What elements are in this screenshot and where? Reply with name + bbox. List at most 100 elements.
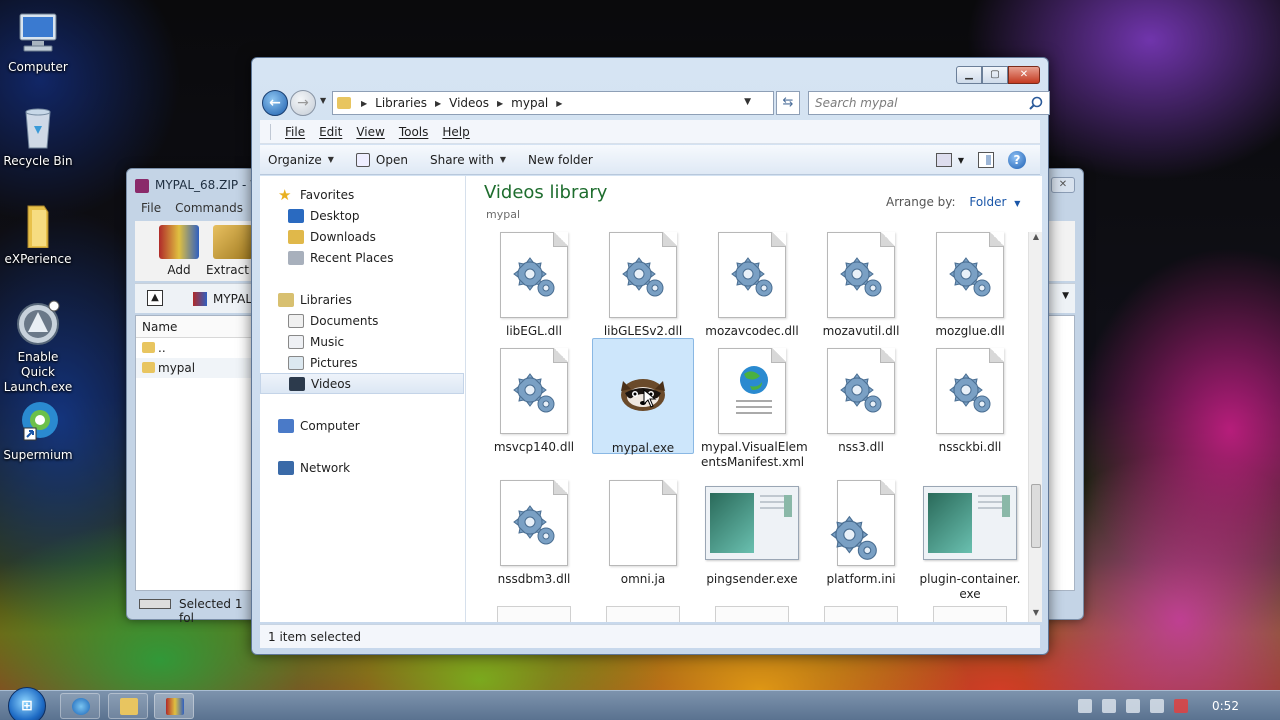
file-item[interactable]: nssdbm3.dll	[483, 480, 585, 587]
file-item[interactable]: platform.ini	[810, 480, 912, 587]
file-item[interactable]	[824, 606, 898, 622]
breadcrumb-mypal[interactable]: mypal	[511, 96, 548, 110]
nav-computer[interactable]: Computer	[278, 415, 482, 436]
winrar-icon	[166, 698, 184, 715]
winrar-path-dropdown[interactable]: ▼	[1047, 283, 1075, 313]
tray-icon[interactable]	[1078, 699, 1092, 713]
help-icon[interactable]: ?	[1008, 151, 1026, 169]
file-item[interactable]	[497, 606, 571, 622]
search-icon[interactable]	[1029, 96, 1043, 110]
start-button[interactable]: ⊞	[8, 687, 46, 720]
action-center-icon[interactable]	[1102, 699, 1116, 713]
forward-button[interactable]: →	[290, 90, 316, 116]
network-tray-icon[interactable]	[1150, 699, 1164, 713]
chevron-right-icon[interactable]: ▶	[435, 99, 441, 108]
organize-button[interactable]: Organize ▼	[268, 153, 334, 167]
dll-file-icon	[718, 232, 786, 318]
file-item[interactable]: mozglue.dll	[919, 232, 1021, 339]
search-input[interactable]	[809, 92, 1019, 114]
nav-videos[interactable]: Videos	[260, 373, 464, 394]
dll-file-icon	[936, 348, 1004, 434]
file-item[interactable]: mypal.VisualElem entsManifest.xml	[701, 348, 808, 470]
file-item[interactable]: mozavutil.dll	[810, 232, 912, 339]
file-item[interactable]: mypal.exe	[592, 338, 694, 455]
address-bar[interactable]: ▶ Libraries ▶ Videos ▶ mypal ▶ ▼	[332, 91, 774, 115]
tray-icon[interactable]	[1126, 699, 1140, 713]
nav-pictures[interactable]: Pictures	[288, 352, 492, 373]
supermium-icon	[14, 398, 62, 444]
file-item[interactable]	[933, 606, 1007, 622]
nav-network[interactable]: Network	[278, 457, 482, 478]
chevron-down-icon[interactable]: ▼	[1014, 199, 1020, 208]
exe-window-icon	[705, 480, 799, 566]
share-with-button[interactable]: Share with ▼	[430, 153, 506, 167]
file-item[interactable]	[715, 606, 789, 622]
chevron-right-icon[interactable]: ▶	[497, 99, 503, 108]
breadcrumb-libraries[interactable]: Libraries	[375, 96, 427, 110]
winrar-menu-file[interactable]: File	[141, 201, 161, 219]
vertical-scrollbar[interactable]: ▲ ▼	[1028, 232, 1042, 622]
file-item[interactable]: nss3.dll	[810, 348, 912, 455]
file-item[interactable]: pingsender.exe	[701, 480, 803, 587]
nav-recent-places[interactable]: Recent Places	[288, 247, 492, 268]
clock[interactable]: 0:52	[1212, 699, 1239, 713]
scrollbar-thumb[interactable]	[1031, 484, 1041, 548]
file-item[interactable]: nssckbi.dll	[919, 348, 1021, 455]
scroll-up-icon[interactable]: ▲	[1029, 232, 1043, 246]
caption-buttons: ▁ ▢ ✕	[956, 66, 1040, 84]
winrar-add-button[interactable]: Add	[151, 225, 207, 277]
taskbar-explorer[interactable]	[108, 693, 148, 719]
chevron-down-icon[interactable]: ▼	[744, 97, 751, 107]
scroll-down-icon[interactable]: ▼	[1029, 608, 1043, 622]
desktop-icon-recycle-bin[interactable]: Recycle Bin	[0, 104, 76, 169]
winrar-row-parent[interactable]: ..	[136, 338, 254, 358]
refresh-button[interactable]: ⇆	[776, 91, 800, 115]
up-folder-icon[interactable]: ▲	[147, 290, 163, 306]
preview-pane-icon[interactable]	[978, 152, 994, 168]
file-item[interactable]: mozavcodec.dll	[701, 232, 803, 339]
desktop-icon-supermium[interactable]: Supermium	[0, 398, 76, 463]
explorer-window[interactable]: ▁ ▢ ✕ ← → ▼ ▶ Libraries ▶ Videos ▶ mypal…	[251, 57, 1050, 655]
desktop-icon-computer[interactable]: Computer	[0, 10, 76, 75]
volume-muted-icon[interactable]	[1174, 699, 1188, 713]
nav-documents[interactable]: Documents	[288, 310, 492, 331]
menu-view[interactable]: View	[356, 125, 384, 139]
taskbar-winrar[interactable]	[154, 693, 194, 719]
minimize-button[interactable]: ▁	[956, 66, 982, 84]
desktop-icon-label: eXPerience	[4, 252, 72, 266]
winrar-row-mypal[interactable]: mypal	[136, 358, 254, 378]
breadcrumb-videos[interactable]: Videos	[449, 96, 489, 110]
open-button[interactable]: Open	[355, 152, 408, 167]
nav-favorites[interactable]: ★ Favorites	[278, 184, 482, 205]
arrange-value[interactable]: Folder	[969, 195, 1006, 209]
nav-desktop[interactable]: Desktop	[288, 205, 492, 226]
file-item[interactable]: omni.ja	[592, 480, 694, 587]
desktop-icon-experience[interactable]: eXPerience	[0, 202, 76, 267]
chevron-down-icon[interactable]: ▼	[958, 156, 964, 165]
nav-music[interactable]: Music	[288, 331, 492, 352]
navigation-pane: ★ Favorites Desktop Downloads Recent Pla…	[260, 176, 466, 622]
menu-tools[interactable]: Tools	[399, 125, 429, 139]
new-folder-button[interactable]: New folder	[528, 153, 593, 167]
winrar-close-button[interactable]: ✕	[1051, 177, 1075, 193]
menu-edit[interactable]: Edit	[319, 125, 342, 139]
change-view-icon[interactable]	[935, 153, 952, 167]
back-button[interactable]: ←	[262, 90, 288, 116]
winrar-column-name[interactable]: Name	[136, 316, 254, 338]
chevron-right-icon[interactable]: ▶	[556, 99, 562, 108]
recent-pages-dropdown[interactable]: ▼	[320, 96, 330, 108]
maximize-button[interactable]: ▢	[982, 66, 1008, 84]
menu-file[interactable]: File	[285, 125, 305, 139]
winrar-menu-commands[interactable]: Commands	[175, 201, 243, 219]
file-item[interactable]: plugin-container. exe	[919, 480, 1021, 602]
file-item[interactable]: libGLESv2.dll	[592, 232, 694, 339]
menu-help[interactable]: Help	[442, 125, 469, 139]
desktop-icon-quick-launch[interactable]: Enable Quick Launch.exe	[0, 300, 76, 395]
file-item[interactable]: libEGL.dll	[483, 232, 585, 339]
nav-libraries[interactable]: Libraries	[278, 289, 482, 310]
nav-downloads[interactable]: Downloads	[288, 226, 492, 247]
file-item[interactable]	[606, 606, 680, 622]
close-button[interactable]: ✕	[1008, 66, 1040, 84]
taskbar-internet-explorer[interactable]	[60, 693, 100, 719]
file-item[interactable]: msvcp140.dll	[483, 348, 585, 455]
